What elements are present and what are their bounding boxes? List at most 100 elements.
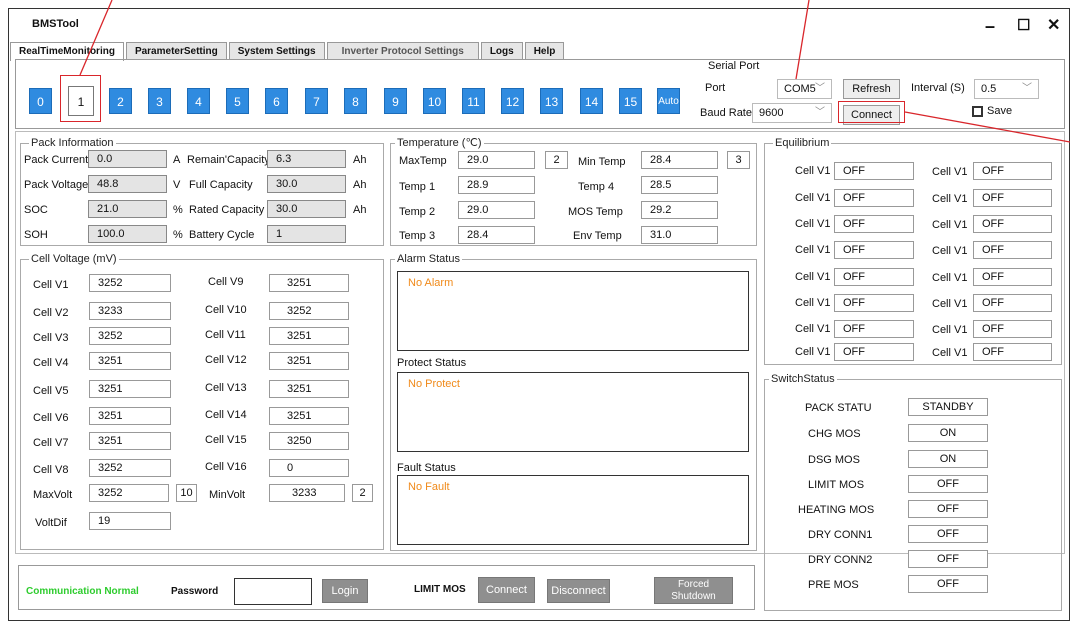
pack-information-title: Pack Information bbox=[29, 137, 116, 150]
maxvolt-index-field: 10 bbox=[176, 484, 197, 502]
temp1-label: Temp 1 bbox=[399, 181, 436, 193]
equilibrium-label: Cell V1 bbox=[795, 244, 831, 256]
tab-inverter-protocol-settings[interactable]: Inverter Protocol Settings bbox=[326, 42, 479, 59]
window-title: BMSTool bbox=[32, 18, 79, 30]
tab-help[interactable]: Help bbox=[524, 42, 565, 59]
full-capacity-field: 30.0 bbox=[267, 175, 346, 193]
minimize-button[interactable]: – bbox=[985, 17, 995, 35]
mintemp-index-field: 3 bbox=[727, 151, 750, 169]
switch-status-label: DSG MOS bbox=[808, 454, 860, 466]
save-checkbox[interactable] bbox=[972, 106, 983, 117]
voltdif-field: 19 bbox=[89, 512, 171, 530]
switch-status-field: OFF bbox=[908, 550, 988, 568]
limit-mos-connect-button[interactable]: Connect bbox=[478, 577, 535, 603]
equilibrium-label: Cell V1 bbox=[795, 192, 831, 204]
cell-voltage-field: 3250 bbox=[269, 432, 349, 450]
maximize-button[interactable]: ☐ bbox=[1017, 17, 1030, 35]
switch-status-field: OFF bbox=[908, 475, 988, 493]
pack-button-9[interactable]: 9 bbox=[384, 88, 407, 114]
pack-button-0[interactable]: 0 bbox=[29, 88, 52, 114]
annotation-highlight-box bbox=[60, 75, 101, 122]
pack-button-8[interactable]: 8 bbox=[344, 88, 367, 114]
pack-button-5[interactable]: 5 bbox=[226, 88, 249, 114]
switch-status-label: PRE MOS bbox=[808, 579, 859, 591]
equilibrium-label: Cell V1 bbox=[795, 218, 831, 230]
cell-voltage-title: Cell Voltage (mV) bbox=[29, 253, 119, 266]
alarm-status-title: Alarm Status bbox=[395, 253, 462, 266]
soh-label: SOH bbox=[24, 229, 48, 241]
pack-button-auto[interactable]: Auto bbox=[657, 88, 680, 114]
pack-button-3[interactable]: 3 bbox=[148, 88, 171, 114]
pack-button-13[interactable]: 13 bbox=[540, 88, 563, 114]
pack-button-10[interactable]: 10 bbox=[423, 88, 446, 114]
equilibrium-field: OFF bbox=[834, 241, 914, 259]
fault-status-title: Fault Status bbox=[397, 462, 456, 474]
pack-voltage-label: Pack Voltage bbox=[24, 179, 89, 191]
cell-voltage-field: 3251 bbox=[89, 432, 171, 450]
interval-select[interactable]: 0.5 ﹀ bbox=[974, 79, 1039, 99]
tab-parameter-setting[interactable]: ParameterSetting bbox=[125, 42, 227, 59]
switch-status-field: OFF bbox=[908, 525, 988, 543]
voltdif-label: VoltDif bbox=[35, 517, 67, 529]
cell-voltage-label: Cell V5 bbox=[33, 385, 69, 397]
serial-port-title: Serial Port bbox=[708, 60, 760, 72]
pack-button-15[interactable]: 15 bbox=[619, 88, 642, 114]
cell-voltage-label: Cell V10 bbox=[205, 304, 247, 316]
equilibrium-field: OFF bbox=[834, 320, 914, 338]
fault-status-box: No Fault bbox=[397, 475, 749, 545]
limit-mos-disconnect-button[interactable]: Disconnect bbox=[547, 579, 610, 603]
baud-rate-select[interactable]: 9600 ﹀ bbox=[752, 103, 832, 123]
cell-voltage-label: Cell V8 bbox=[33, 464, 69, 476]
pack-button-14[interactable]: 14 bbox=[580, 88, 603, 114]
password-label: Password bbox=[171, 586, 219, 597]
pack-button-4[interactable]: 4 bbox=[187, 88, 210, 114]
equilibrium-label: Cell V1 bbox=[932, 193, 968, 205]
password-input[interactable] bbox=[234, 578, 312, 605]
equilibrium-label: Cell V1 bbox=[795, 323, 831, 335]
pack-button-12[interactable]: 12 bbox=[501, 88, 524, 114]
switch-status-label: PACK STATU bbox=[805, 402, 872, 414]
cell-voltage-label: Cell V11 bbox=[205, 329, 246, 341]
pack-button-11[interactable]: 11 bbox=[462, 88, 485, 114]
cell-voltage-label: Cell V6 bbox=[33, 412, 69, 424]
equilibrium-field: OFF bbox=[834, 343, 914, 361]
mintemp-label: Min Temp bbox=[578, 156, 626, 168]
temp3-field: 28.4 bbox=[458, 226, 535, 244]
cell-voltage-field: 3251 bbox=[89, 352, 171, 370]
equilibrium-field: OFF bbox=[973, 343, 1052, 361]
equilibrium-field: OFF bbox=[973, 268, 1052, 286]
switch-status-label: LIMIT MOS bbox=[808, 479, 865, 491]
equilibrium-label: Cell V1 bbox=[932, 219, 968, 231]
cell-voltage-field: 3252 bbox=[89, 327, 171, 345]
equilibrium-field: OFF bbox=[973, 241, 1052, 259]
cell-voltage-label: Cell V9 bbox=[208, 276, 244, 288]
battery-cycle-field: 1 bbox=[267, 225, 346, 243]
communication-status: Communication Normal bbox=[26, 586, 139, 597]
tab-system-settings[interactable]: System Settings bbox=[228, 42, 325, 59]
pack-button-6[interactable]: 6 bbox=[265, 88, 288, 114]
equilibrium-label: Cell V1 bbox=[932, 245, 968, 257]
chevron-down-icon: ﹀ bbox=[815, 83, 825, 94]
forced-shutdown-button[interactable]: Forced Shutdown bbox=[654, 577, 733, 604]
maxvolt-field: 3252 bbox=[89, 484, 169, 502]
soc-unit: % bbox=[173, 204, 183, 216]
equilibrium-label: Cell V1 bbox=[795, 346, 831, 358]
temp1-field: 28.9 bbox=[458, 176, 535, 194]
full-capacity-unit: Ah bbox=[353, 179, 367, 191]
pack-button-2[interactable]: 2 bbox=[109, 88, 132, 114]
equilibrium-label: Cell V1 bbox=[795, 165, 831, 177]
port-select[interactable]: COM5 ﹀ bbox=[777, 79, 832, 99]
equilibrium-label: Cell V1 bbox=[932, 298, 968, 310]
switch-status-title: SwitchStatus bbox=[769, 373, 837, 386]
switch-status-label: DRY CONN2 bbox=[808, 554, 873, 566]
pack-button-7[interactable]: 7 bbox=[305, 88, 328, 114]
remain-capacity-field: 6.3 bbox=[267, 150, 346, 168]
equilibrium-field: OFF bbox=[973, 320, 1052, 338]
cell-voltage-label: Cell V1 bbox=[33, 279, 69, 291]
login-button[interactable]: Login bbox=[322, 579, 368, 603]
maxtemp-index-field: 2 bbox=[545, 151, 568, 169]
tab-logs[interactable]: Logs bbox=[480, 42, 523, 59]
cell-voltage-label: Cell V4 bbox=[33, 357, 69, 369]
close-button[interactable]: ✕ bbox=[1047, 17, 1060, 35]
refresh-button[interactable]: Refresh bbox=[843, 79, 900, 99]
